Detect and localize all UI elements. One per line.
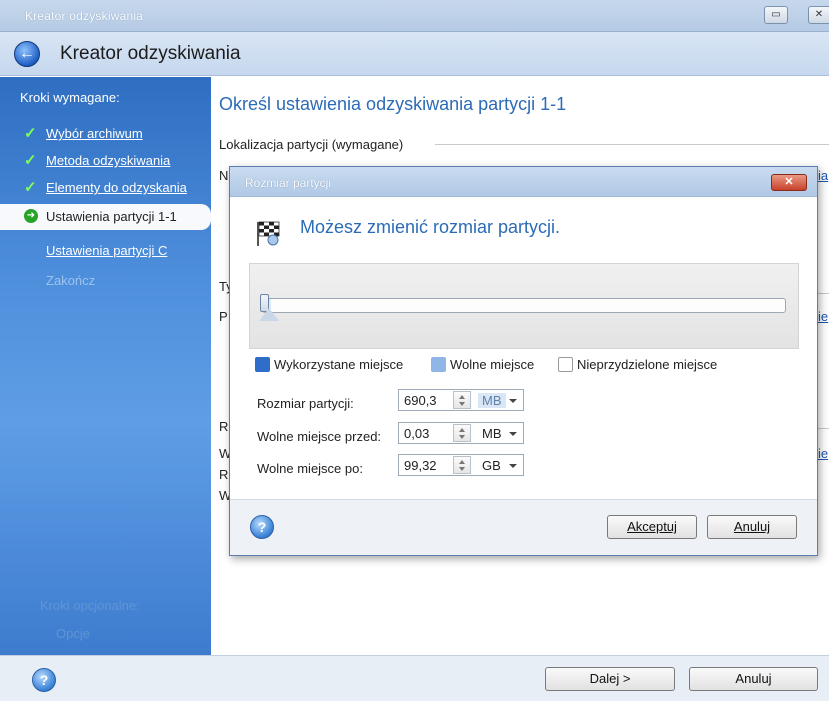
window-titlebar: Kreator odzyskiwania ▭ ✕ bbox=[0, 0, 829, 32]
dialog-titlebar: Rozmiar partycji ✕ bbox=[230, 167, 817, 197]
free-after-label: Wolne miejsce po: bbox=[257, 461, 363, 476]
optional-steps-title: Kroki opcjonalne: bbox=[40, 598, 140, 613]
slider-pointer-icon[interactable] bbox=[259, 308, 279, 321]
dialog-heading: Możesz zmienić rozmiar partycji. bbox=[300, 217, 561, 237]
legend-unallocated-label: Nieprzydzielone miejsce bbox=[577, 357, 718, 372]
partial-label: R bbox=[219, 467, 229, 482]
back-arrow-icon[interactable]: ← bbox=[14, 41, 40, 67]
legend-unallocated: Nieprzydzielone miejsce bbox=[558, 357, 717, 372]
cancel-button-label: Anuluj bbox=[735, 671, 772, 686]
legend-used-label: Wykorzystane miejsce bbox=[274, 357, 404, 372]
free-after-spinner[interactable] bbox=[453, 456, 471, 474]
sidebar-item-options: Opcje bbox=[56, 626, 90, 641]
free-before-value[interactable]: 0,03 bbox=[404, 426, 429, 441]
window-title: Kreator odzyskiwania bbox=[25, 9, 144, 23]
next-button[interactable]: Dalej > bbox=[545, 667, 675, 691]
help-icon[interactable]: ? bbox=[32, 668, 56, 692]
dialog-cancel-button[interactable]: Anuluj bbox=[707, 515, 797, 539]
dialog-footer: ? Akceptuj Anuluj bbox=[230, 499, 817, 555]
checkmark-icon: ✓ bbox=[24, 179, 37, 196]
current-step-arrow-icon: ➜ bbox=[24, 209, 38, 223]
sidebar-item-label: Ustawienia partycji C bbox=[46, 243, 168, 258]
group-divider bbox=[435, 144, 829, 145]
wizard-title: Kreator odzyskiwania bbox=[60, 43, 241, 64]
partition-size-label: Rozmiar partycji: bbox=[257, 396, 354, 411]
partition-size-value[interactable]: 690,3 bbox=[404, 393, 437, 408]
partition-size-spinner[interactable] bbox=[453, 391, 471, 409]
sidebar-item-partition-1-1[interactable]: ➜ Ustawienia partycji 1-1 bbox=[0, 204, 211, 230]
wizard-footer: ? Dalej > Anuluj bbox=[0, 655, 829, 701]
dialog-title: Rozmiar partycji bbox=[245, 176, 332, 190]
free-after-unit-select[interactable]: GB bbox=[478, 458, 505, 473]
free-before-label: Wolne miejsce przed: bbox=[257, 429, 382, 444]
partition-size-dialog: Rozmiar partycji ✕ Możesz zmienić rozmia… bbox=[229, 166, 818, 556]
partition-location-label: Lokalizacja partycji (wymagane) bbox=[219, 137, 404, 152]
free-space-swatch bbox=[431, 357, 446, 372]
sidebar-item-label: Wybór archiwum bbox=[46, 126, 143, 141]
sidebar-item-finish: Zakończ bbox=[0, 268, 211, 294]
partial-label: N bbox=[219, 168, 229, 183]
sidebar-item-label: Ustawienia partycji 1-1 bbox=[46, 209, 177, 224]
free-before-spinner[interactable] bbox=[453, 424, 471, 442]
sidebar-item-label: Metoda odzyskiwania bbox=[46, 153, 171, 168]
next-button-label: Dalej > bbox=[589, 671, 631, 686]
sidebar-item-label: Zakończ bbox=[46, 273, 96, 288]
chevron-down-icon[interactable] bbox=[509, 464, 517, 468]
chevron-down-icon[interactable] bbox=[509, 432, 517, 436]
sidebar-item-archive[interactable]: ✓ Wybór archiwum bbox=[0, 121, 211, 147]
accept-button-label: Akceptuj bbox=[627, 519, 677, 534]
partial-link[interactable]: ia bbox=[818, 168, 828, 183]
close-window-button[interactable]: ✕ bbox=[808, 6, 829, 24]
sidebar-item-partition-c[interactable]: Ustawienia partycji C bbox=[0, 238, 211, 264]
checkmark-icon: ✓ bbox=[24, 152, 37, 169]
cancel-button[interactable]: Anuluj bbox=[689, 667, 818, 691]
partial-label: P bbox=[219, 309, 228, 324]
legend-used: Wykorzystane miejsce bbox=[255, 357, 403, 372]
partition-size-slider[interactable] bbox=[262, 298, 786, 313]
sidebar-item-items[interactable]: ✓ Elementy do odzyskania bbox=[0, 175, 211, 201]
partition-size-field[interactable]: 690,3 MB bbox=[398, 389, 524, 411]
used-space-swatch bbox=[255, 357, 270, 372]
legend-free-label: Wolne miejsce bbox=[450, 357, 535, 372]
free-before-field[interactable]: 0,03 MB bbox=[398, 422, 524, 444]
checkmark-icon: ✓ bbox=[24, 125, 37, 142]
help-icon[interactable]: ? bbox=[250, 515, 274, 539]
page-title: Określ ustawienia odzyskiwania partycji … bbox=[219, 94, 567, 114]
free-after-value[interactable]: 99,32 bbox=[404, 458, 437, 473]
checkered-flag-icon bbox=[257, 221, 280, 246]
partition-size-unit-select[interactable]: MB bbox=[478, 393, 506, 408]
sidebar-item-method[interactable]: ✓ Metoda odzyskiwania bbox=[0, 148, 211, 174]
unallocated-space-swatch bbox=[558, 357, 573, 372]
accept-button[interactable]: Akceptuj bbox=[607, 515, 697, 539]
steps-sidebar: Kroki wymagane: ✓ Wybór archiwum ✓ Metod… bbox=[0, 77, 211, 655]
required-steps-title: Kroki wymagane: bbox=[20, 90, 120, 105]
partition-visual-panel bbox=[249, 263, 799, 349]
legend-free: Wolne miejsce bbox=[431, 357, 534, 372]
partial-label: R bbox=[219, 419, 229, 434]
partial-link[interactable]: ie bbox=[818, 446, 828, 461]
wizard-header: ← Kreator odzyskiwania bbox=[0, 32, 829, 76]
dialog-close-button[interactable]: ✕ bbox=[771, 174, 807, 191]
sidebar-item-label: Elementy do odzyskania bbox=[46, 180, 187, 195]
chevron-down-icon[interactable] bbox=[509, 399, 517, 403]
dialog-cancel-button-label: Anuluj bbox=[733, 519, 771, 534]
minimize-button[interactable]: ▭ bbox=[764, 6, 788, 24]
free-after-field[interactable]: 99,32 GB bbox=[398, 454, 524, 476]
partial-link[interactable]: ie bbox=[818, 309, 828, 324]
free-before-unit-select[interactable]: MB bbox=[478, 426, 506, 441]
